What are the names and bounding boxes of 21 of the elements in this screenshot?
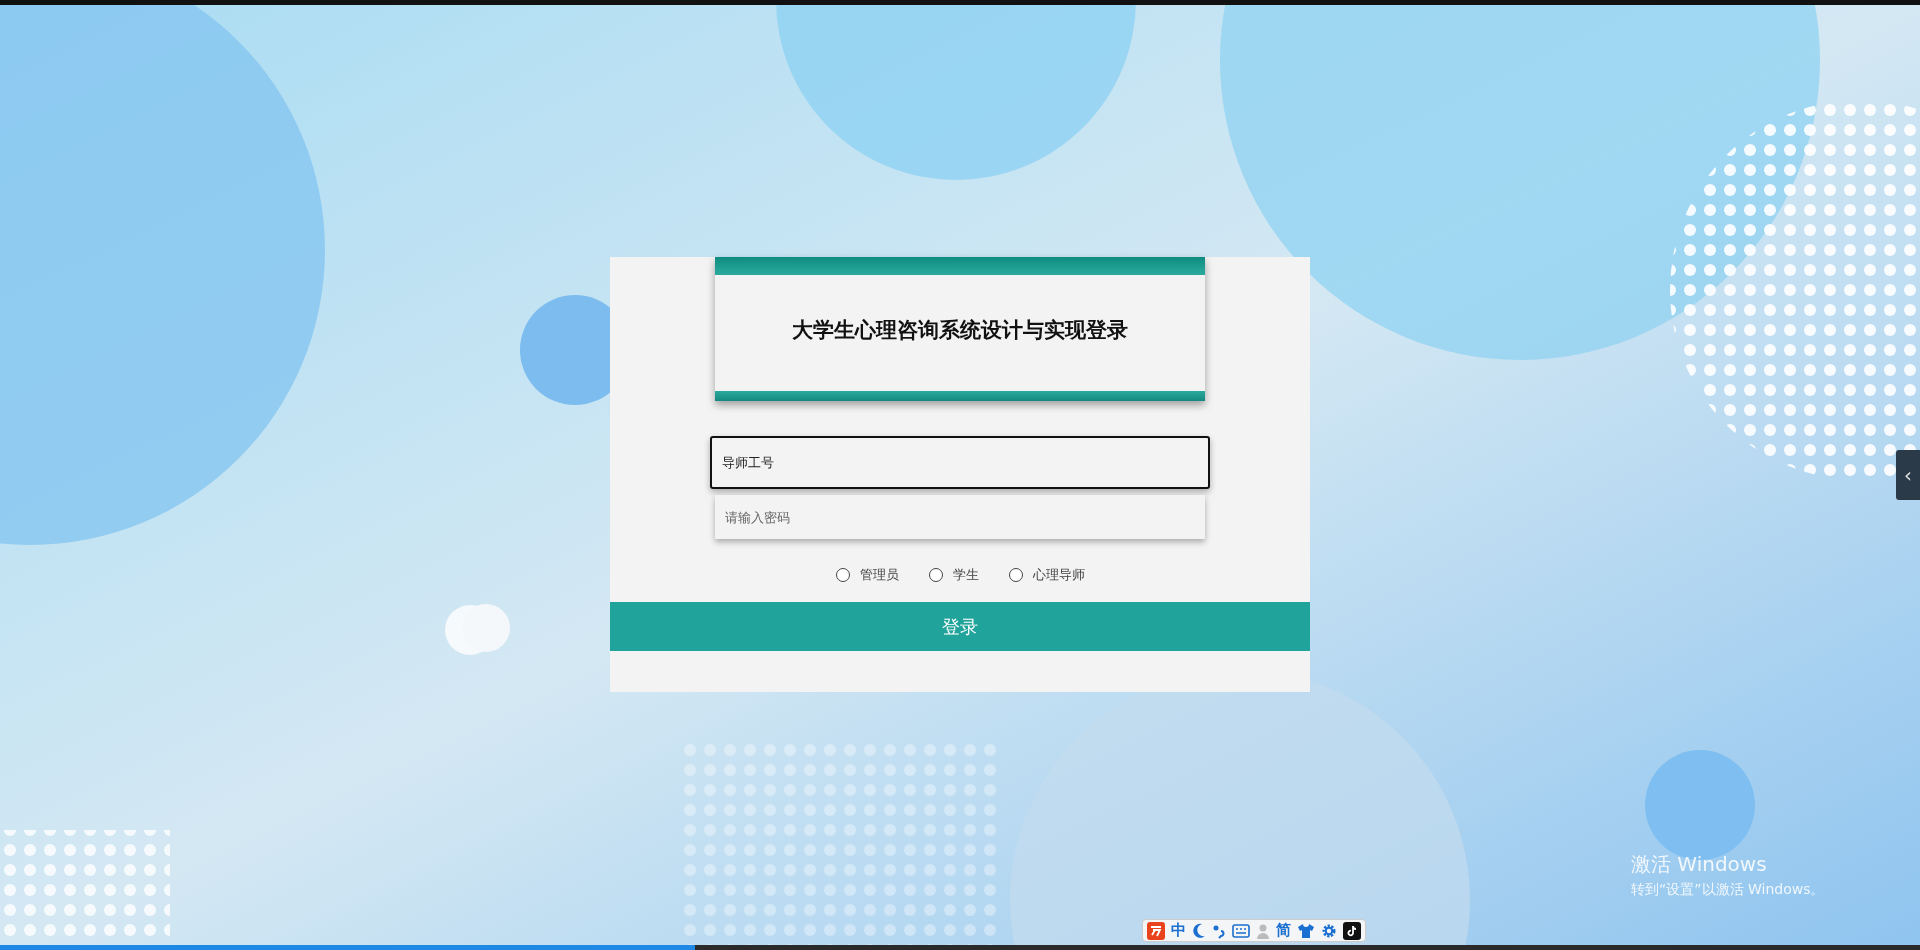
login-title: 大学生心理咨询系统设计与实现登录	[792, 317, 1128, 344]
moon-icon[interactable]	[1192, 922, 1206, 939]
video-progress-bar[interactable]	[0, 945, 1920, 950]
logo-icon[interactable]	[1147, 921, 1165, 940]
radio-button[interactable]	[835, 567, 850, 582]
radio-button[interactable]	[928, 567, 943, 582]
radio-button[interactable]	[1008, 567, 1023, 582]
shirt-icon[interactable]	[1297, 922, 1315, 939]
activation-title: 激活 Windows	[1631, 851, 1768, 878]
activation-hint: 转到“设置”以激活 Windows。	[1631, 880, 1825, 899]
music-note-icon[interactable]	[1343, 921, 1361, 940]
username-field[interactable]: 导师工号	[710, 436, 1210, 489]
collapse-tab[interactable]: ‹	[1896, 450, 1920, 500]
ime-mode-toggle[interactable]: 中	[1171, 923, 1186, 938]
role-label[interactable]: 管理员	[859, 565, 899, 585]
role-label[interactable]: 心理导师	[1032, 565, 1085, 585]
password-field[interactable]: 请输入密码	[715, 495, 1205, 539]
keyboard-icon[interactable]	[1232, 923, 1250, 938]
ime-mode-toggle[interactable]: 简	[1276, 923, 1291, 938]
role-label[interactable]: 学生	[952, 565, 979, 585]
settings-icon[interactable]	[1321, 922, 1337, 939]
